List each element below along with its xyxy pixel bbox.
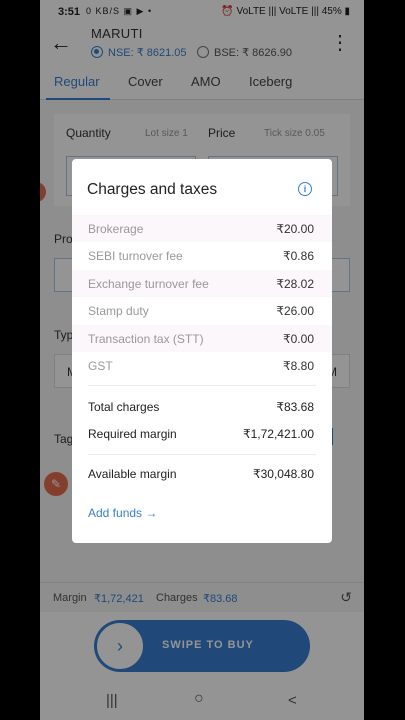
- charge-row: SEBI turnover fee ₹0.86: [72, 242, 332, 269]
- required-margin-row: Required margin ₹1,72,421.00: [72, 423, 332, 445]
- charge-row: GST ₹8.80: [72, 352, 332, 379]
- charge-row: Exchange turnover fee ₹28.02: [72, 270, 332, 297]
- divider: [88, 454, 316, 455]
- available-margin-label: Available margin: [88, 467, 177, 481]
- total-charges-row: Total charges ₹83.68: [72, 396, 332, 418]
- charge-value: ₹26.00: [276, 304, 314, 318]
- charge-value: ₹8.80: [283, 359, 314, 373]
- required-margin-label: Required margin: [88, 427, 177, 441]
- dialog-title: Charges and taxes: [87, 181, 218, 198]
- divider: [88, 385, 316, 386]
- charge-label: Exchange turnover fee: [88, 277, 209, 291]
- charge-row: Stamp duty ₹26.00: [72, 297, 332, 324]
- available-margin-value: ₹30,048.80: [252, 467, 314, 481]
- info-icon[interactable]: i: [298, 182, 312, 196]
- total-charges-label: Total charges: [88, 400, 160, 414]
- charge-value: ₹0.00: [283, 332, 314, 346]
- charge-label: GST: [88, 359, 113, 373]
- charge-value: ₹28.02: [276, 277, 314, 291]
- phone-screen: 3:51 0 KB/S ▣ ▶ • ⏰ VoLTE ||| VoLTE ||| …: [40, 0, 364, 720]
- charge-label: Brokerage: [88, 222, 144, 236]
- charge-value: ₹20.00: [276, 222, 314, 236]
- charge-row: Brokerage ₹20.00: [72, 215, 332, 242]
- charge-label: Transaction tax (STT): [88, 332, 204, 346]
- add-funds-link[interactable]: Add funds →: [88, 506, 157, 520]
- charge-row: Transaction tax (STT) ₹0.00: [72, 325, 332, 352]
- required-margin-value: ₹1,72,421.00: [242, 427, 314, 441]
- charges-dialog: Charges and taxes i Brokerage ₹20.00 SEB…: [72, 159, 332, 543]
- charge-label: Stamp duty: [88, 304, 149, 318]
- total-charges-value: ₹83.68: [276, 400, 314, 414]
- charge-label: SEBI turnover fee: [88, 249, 183, 263]
- available-margin-row: Available margin ₹30,048.80: [72, 463, 332, 485]
- charge-value: ₹0.86: [283, 249, 314, 263]
